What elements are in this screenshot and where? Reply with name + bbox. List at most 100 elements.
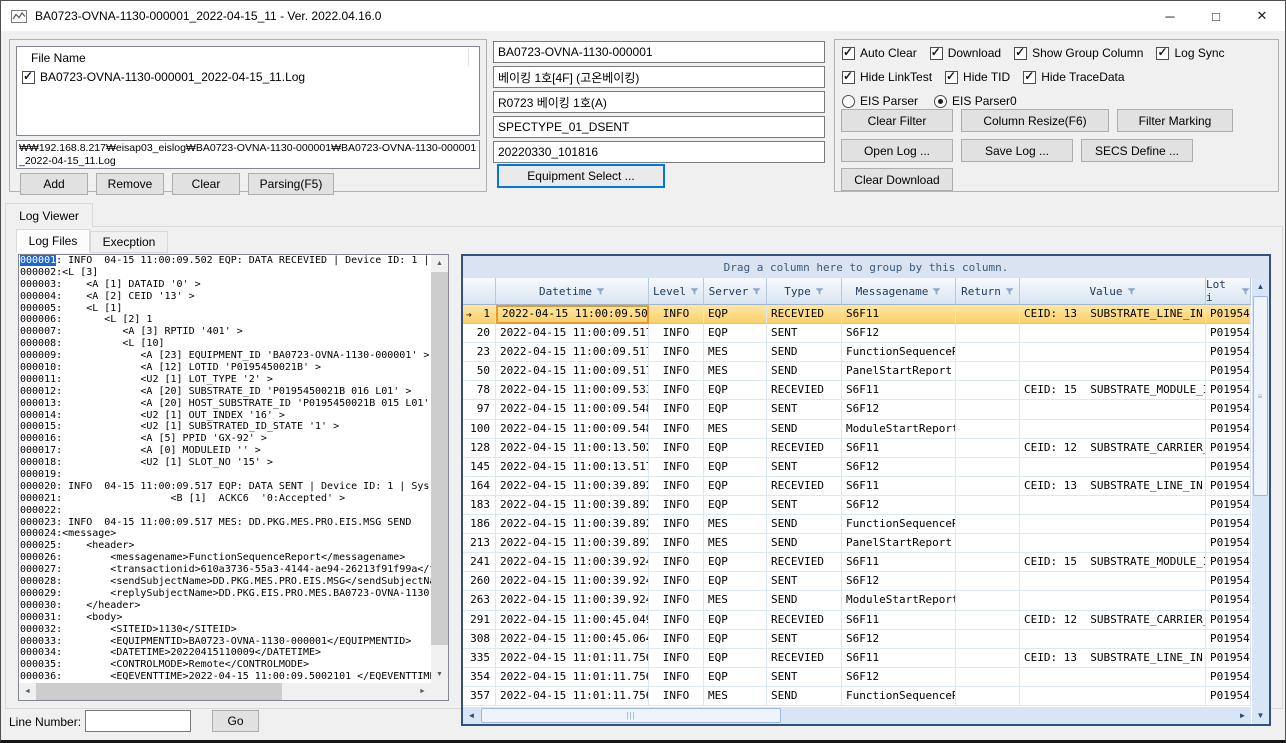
grid-row[interactable]: 1832022-04-15 11:00:39.892INFOEQPSENTS6F… xyxy=(463,496,1269,515)
line-number-input[interactable] xyxy=(85,710,191,732)
clear-download-button[interactable]: Clear Download xyxy=(841,168,953,191)
parsing-button[interactable]: Parsing(F5) xyxy=(248,173,334,195)
hide-linktest-checkbox[interactable]: Hide LinkTest xyxy=(842,70,932,84)
log-line[interactable]: 000012: <A [20] SUBSTRATE_ID 'P019545002… xyxy=(20,386,431,398)
grid-row[interactable]: 1862022-04-15 11:00:39.892INFOMESSENDFun… xyxy=(463,515,1269,534)
remove-button[interactable]: Remove xyxy=(96,173,164,195)
clear-button[interactable]: Clear xyxy=(172,173,240,195)
file-list-item[interactable]: BA0723-OVNA-1130-000001_2022-04-15_11.Lo… xyxy=(17,68,479,86)
log-line[interactable]: 000018: <U2 [1] SLOT_NO '15' > xyxy=(20,457,431,469)
column-header-datetime[interactable]: Datetime xyxy=(496,278,649,305)
equipment-id-field[interactable] xyxy=(493,41,825,63)
scroll-thumb[interactable] xyxy=(36,683,282,700)
log-vertical-scrollbar[interactable]: ▲ ▼ xyxy=(431,255,448,683)
filter-icon[interactable] xyxy=(1127,287,1136,296)
go-button[interactable]: Go xyxy=(212,710,259,732)
log-line[interactable]: 000020: INFO 04-15 11:00:09.517 EQP: DAT… xyxy=(20,481,431,493)
column-header-server[interactable]: Server xyxy=(704,278,767,305)
scroll-left-icon[interactable]: ◄ xyxy=(19,683,36,700)
log-line[interactable]: 000015: <U2 [1] SUBSTRATED_ID_STATE '1' … xyxy=(20,421,431,433)
log-line[interactable]: 000004: <A [2] CEID '13' > xyxy=(20,291,431,303)
column-resize-button[interactable]: Column Resize(F6) xyxy=(961,109,1109,132)
log-line[interactable]: 000030: </header> xyxy=(20,600,431,612)
log-line[interactable]: 000003: <A [1] DATAID '0' > xyxy=(20,279,431,291)
equipment-name-field[interactable] xyxy=(493,66,825,88)
scroll-up-icon[interactable]: ▲ xyxy=(1252,278,1269,295)
grid-row[interactable]: 202022-04-15 11:00:09.517INFOEQPSENTS6F1… xyxy=(463,324,1269,343)
filter-icon[interactable] xyxy=(690,287,699,296)
grid-row[interactable]: ➔12022-04-15 11:00:09.502INFOEQPRECEVIED… xyxy=(463,305,1269,324)
column-header-messagename[interactable]: Messagename xyxy=(842,278,956,305)
group-by-bar[interactable]: Drag a column here to group by this colu… xyxy=(463,256,1269,278)
log-line[interactable]: 000024:<message> xyxy=(20,528,431,540)
download-checkbox[interactable]: Download xyxy=(930,46,1001,60)
scroll-up-icon[interactable]: ▲ xyxy=(431,255,448,272)
log-line[interactable]: 000009: <A [23] EQUIPMENT_ID 'BA0723-OVN… xyxy=(20,350,431,362)
log-line[interactable]: 000028: <sendSubjectName>DD.PKG.MES.PRO.… xyxy=(20,576,431,588)
file-list-column-header[interactable]: File Name xyxy=(17,47,479,68)
scroll-right-icon[interactable]: ► xyxy=(414,683,431,700)
log-line[interactable]: 000016: <A [5] PPID 'GX-92' > xyxy=(20,433,431,445)
minimize-button[interactable]: ─ xyxy=(1147,1,1193,31)
log-line[interactable]: 000022: xyxy=(20,505,431,517)
filter-icon[interactable] xyxy=(1005,287,1014,296)
log-line[interactable]: 000036: <EQEVENTTIME>2022-04-15 11:00:09… xyxy=(20,671,431,683)
log-line[interactable]: 000027: <transactionid>610a3736-55a3-414… xyxy=(20,564,431,576)
grid-row[interactable]: 502022-04-15 11:00:09.517INFOMESSENDPane… xyxy=(463,362,1269,381)
log-line[interactable]: 000033: <EQUIPMENTID>BA0723-OVNA-1130-00… xyxy=(20,636,431,648)
grid-row[interactable]: 3572022-04-15 11:01:11.756INFOMESSENDFun… xyxy=(463,687,1269,706)
grid-row[interactable]: 1002022-04-15 11:00:09.548INFOMESSENDMod… xyxy=(463,420,1269,439)
log-text-area[interactable]: 000001: INFO 04-15 11:00:09.502 EQP: DAT… xyxy=(20,255,431,683)
maximize-button[interactable]: □ xyxy=(1193,1,1239,31)
equipment-line-field[interactable] xyxy=(493,91,825,113)
clear-filter-button[interactable]: Clear Filter xyxy=(841,109,953,132)
column-header-level[interactable]: Level xyxy=(649,278,704,305)
file-path-box[interactable]: ₩₩192.168.8.217₩eisap03_eislog₩BA0723-OV… xyxy=(16,140,480,169)
grid-row[interactable]: 2912022-04-15 11:00:45.049INFOEQPRECEVIE… xyxy=(463,611,1269,630)
show-group-column-checkbox[interactable]: Show Group Column xyxy=(1014,46,1143,60)
log-line[interactable]: 000017: <A [0] MODULEID '' > xyxy=(20,445,431,457)
grid-row[interactable]: 2412022-04-15 11:00:39.924INFOEQPRECEVIE… xyxy=(463,553,1269,572)
equipment-select-button[interactable]: Equipment Select ... xyxy=(497,164,665,188)
log-line[interactable]: 000023: INFO 04-15 11:00:09.517 MES: DD.… xyxy=(20,517,431,529)
open-log-button[interactable]: Open Log ... xyxy=(841,139,953,162)
grid-row[interactable]: 2632022-04-15 11:00:39.924INFOMESSENDMod… xyxy=(463,591,1269,610)
filter-icon[interactable] xyxy=(596,287,605,296)
tab-execption[interactable]: Execption xyxy=(90,231,168,253)
hide-tid-checkbox[interactable]: Hide TID xyxy=(945,70,1010,84)
grid-row[interactable]: 1452022-04-15 11:00:13.517INFOEQPSENTS6F… xyxy=(463,458,1269,477)
filter-marking-button[interactable]: Filter Marking xyxy=(1117,109,1233,132)
add-button[interactable]: Add xyxy=(20,173,88,195)
log-line[interactable]: 000019: xyxy=(20,469,431,481)
spec-date-field[interactable] xyxy=(493,141,825,163)
log-line[interactable]: 000034: <DATETIME>20220415110009</DATETI… xyxy=(20,647,431,659)
secs-define-button[interactable]: SECS Define ... xyxy=(1081,139,1193,162)
column-header-lot-i[interactable]: Lot i xyxy=(1206,278,1251,305)
log-line[interactable]: 000007: <A [3] RPTID '401' > xyxy=(20,326,431,338)
filter-icon[interactable] xyxy=(752,287,761,296)
filter-icon[interactable] xyxy=(932,287,941,296)
filter-icon[interactable] xyxy=(1241,287,1250,296)
scroll-down-icon[interactable]: ▼ xyxy=(431,666,448,683)
log-line[interactable]: 000006: <L [2] 1 xyxy=(20,314,431,326)
save-log-button[interactable]: Save Log ... xyxy=(961,139,1073,162)
log-line[interactable]: 000035: <CONTROLMODE>Remote</CONTROLMODE… xyxy=(20,659,431,671)
column-header-value[interactable]: Value xyxy=(1020,278,1206,305)
column-header-return[interactable]: Return xyxy=(956,278,1020,305)
scroll-thumb[interactable]: ≡ xyxy=(1253,296,1268,496)
grid-row[interactable]: 782022-04-15 11:00:09.533INFOEQPRECEVIED… xyxy=(463,381,1269,400)
log-line[interactable]: 000002:<L [3] xyxy=(20,267,431,279)
grid-row[interactable]: 232022-04-15 11:00:09.517INFOMESSENDFunc… xyxy=(463,343,1269,362)
file-checkbox[interactable] xyxy=(22,71,35,84)
log-line[interactable]: 000005: <L [1] xyxy=(20,303,431,315)
log-line[interactable]: 000021: <B [1] ACKC6 '0:Accepted' > xyxy=(20,493,431,505)
log-line[interactable]: 000026: <messagename>FunctionSequenceRep… xyxy=(20,552,431,564)
log-horizontal-scrollbar[interactable]: ◄ ► xyxy=(19,683,431,700)
grid-row[interactable]: 3352022-04-15 11:01:11.756INFOEQPRECEVIE… xyxy=(463,649,1269,668)
log-line[interactable]: 000025: <header> xyxy=(20,540,431,552)
log-sync-checkbox[interactable]: Log Sync xyxy=(1156,46,1224,60)
log-line[interactable]: 000029: <replySubjectName>DD.PKG.EIS.PRO… xyxy=(20,588,431,600)
log-line[interactable]: 000010: <A [12] LOTID 'P0195450021B' > xyxy=(20,362,431,374)
log-line[interactable]: 000031: <body> xyxy=(20,612,431,624)
scroll-thumb[interactable] xyxy=(431,272,448,645)
